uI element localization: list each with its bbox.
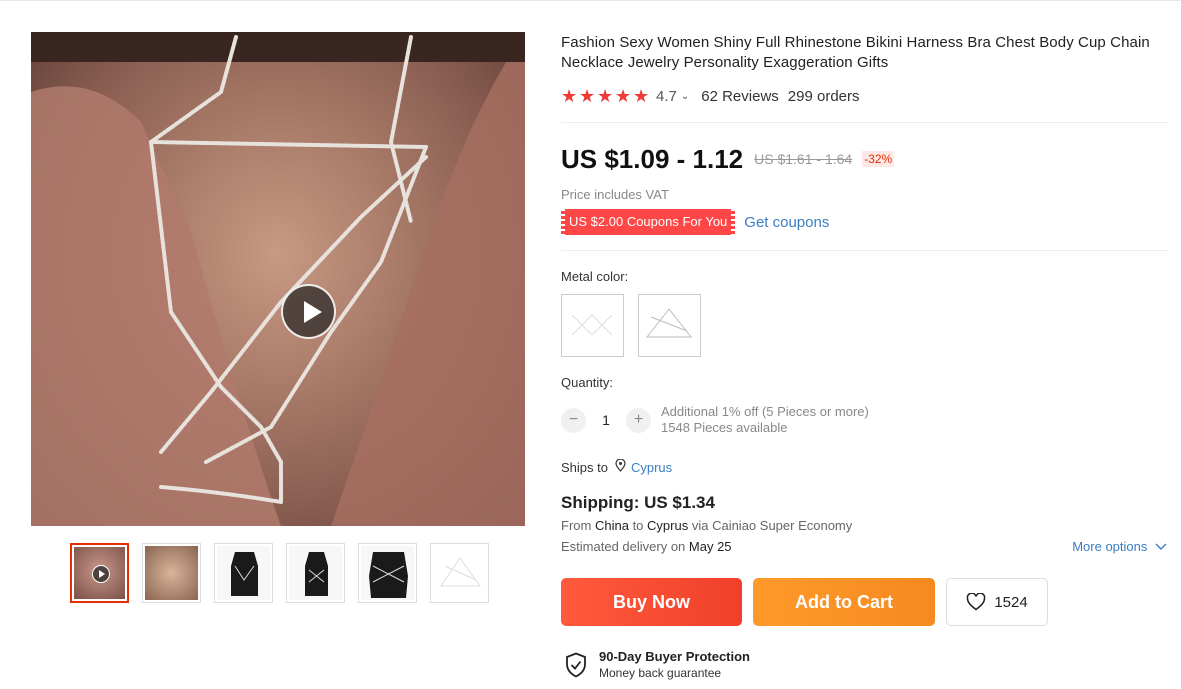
- current-price: US $1.09 - 1.12: [561, 143, 744, 174]
- quantity-increase-button[interactable]: +: [626, 407, 651, 433]
- star-icon: ★: [597, 86, 614, 106]
- chevron-down-icon[interactable]: ⌄: [681, 91, 689, 102]
- quantity-label: Quantity:: [561, 375, 614, 390]
- shield-check-icon: [566, 652, 586, 678]
- thumbnail-6[interactable]: [430, 543, 489, 603]
- buyer-protection: 90-Day Buyer Protection Money back guara…: [565, 649, 750, 681]
- thumbnail-5[interactable]: [358, 543, 417, 603]
- buy-now-button[interactable]: Buy Now: [561, 578, 742, 626]
- price-row: US $1.09 - 1.12 US $1.61 - 1.64 -32%: [561, 143, 895, 175]
- quantity-input[interactable]: 1: [586, 412, 626, 428]
- thumbnail-strip: [70, 543, 489, 603]
- quantity-stepper: − 1 + Additional 1% off (5 Pieces or mor…: [561, 404, 869, 436]
- metal-color-label: Metal color:: [561, 269, 629, 284]
- metal-color-options: [561, 294, 701, 357]
- add-to-cart-button[interactable]: Add to Cart: [753, 578, 935, 626]
- star-icon: ★: [579, 86, 596, 106]
- reviews-link[interactable]: 62 Reviews: [701, 88, 779, 105]
- stock-available: 1548 Pieces available: [661, 420, 788, 435]
- ships-to-label: Ships to: [561, 459, 608, 475]
- chevron-down-icon: [1155, 543, 1167, 550]
- thumbnail-2[interactable]: [142, 543, 201, 603]
- ship-country-select[interactable]: Cyprus: [631, 460, 672, 475]
- divider: [561, 250, 1169, 251]
- star-icon: ★: [633, 86, 650, 106]
- shipping-cost: Shipping: US $1.34: [561, 493, 715, 512]
- thumbnail-1[interactable]: [70, 543, 129, 603]
- top-divider: [0, 0, 1181, 1]
- get-coupons-link[interactable]: Get coupons: [744, 214, 829, 231]
- play-icon: [92, 565, 110, 583]
- coupon-badge[interactable]: US $2.00 Coupons For You: [561, 209, 736, 235]
- quantity-decrease-button[interactable]: −: [561, 407, 586, 433]
- product-photo: [31, 32, 525, 526]
- wishlist-button[interactable]: 1524: [946, 578, 1048, 626]
- quantity-info: Additional 1% off (5 Pieces or more) 154…: [661, 404, 869, 436]
- coupon-row: US $2.00 Coupons For You Get coupons: [561, 209, 829, 235]
- metal-color-option-1[interactable]: [561, 294, 624, 357]
- discount-badge: -32%: [862, 151, 895, 167]
- original-price: US $1.61 - 1.64: [754, 151, 853, 167]
- rating-score[interactable]: 4.7: [656, 88, 677, 105]
- wishlist-count: 1524: [994, 593, 1028, 611]
- ships-to-row: Ships to Cyprus: [561, 458, 672, 475]
- divider: [561, 122, 1169, 123]
- estimated-delivery: Estimated delivery on May 25: [561, 539, 732, 554]
- metal-color-option-2[interactable]: [638, 294, 701, 357]
- main-product-image[interactable]: [31, 32, 525, 526]
- star-icon: ★: [561, 86, 578, 106]
- vat-note: Price includes VAT: [561, 187, 669, 202]
- star-rating: ★ ★ ★ ★ ★: [561, 86, 650, 106]
- star-icon: ★: [615, 86, 632, 106]
- rating-row: ★ ★ ★ ★ ★ 4.7 ⌄ 62 Reviews 299 orders: [561, 86, 860, 106]
- protection-subtitle: Money back guarantee: [599, 666, 722, 680]
- thumbnail-3[interactable]: [214, 543, 273, 603]
- protection-title: 90-Day Buyer Protection: [599, 649, 750, 664]
- bulk-discount-note: Additional 1% off (5 Pieces or more): [661, 404, 869, 419]
- orders-count: 299 orders: [787, 87, 860, 105]
- shipping-route: From China to Cyprus via Cainiao Super E…: [561, 518, 853, 533]
- video-play-button[interactable]: [281, 284, 336, 339]
- product-title: Fashion Sexy Women Shiny Full Rhinestone…: [561, 34, 1150, 71]
- thumbnail-4[interactable]: [286, 543, 345, 603]
- more-options-link[interactable]: More options: [1072, 539, 1167, 554]
- heart-icon: [967, 593, 986, 611]
- location-pin-icon: [615, 458, 626, 475]
